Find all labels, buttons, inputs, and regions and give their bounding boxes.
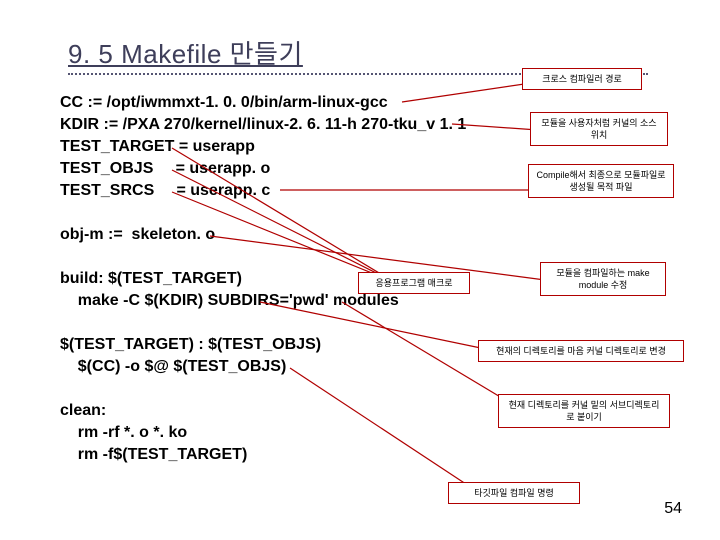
- callout-object-file: Compile해서 최종으로 모듈파일로 생성될 목적 파일: [528, 164, 674, 198]
- page-number: 54: [664, 500, 682, 518]
- callout-compile-cmd: 타깃파일 컴파일 명령: [448, 482, 580, 504]
- slide-title: 9. 5 Makefile 만들기: [68, 39, 303, 69]
- callout-kernel-source: 모듈을 사용자처럼 커널의 소스 위치: [530, 112, 668, 146]
- callout-change-dir: 현재의 디렉토리를 마음 커널 디렉토리로 변경: [478, 340, 684, 362]
- callout-cross-compiler: 크로스 컴파일러 경로: [522, 68, 642, 90]
- slide: 9. 5 Makefile 만들기 CC := /opt/iwmmxt-1. 0…: [0, 0, 720, 540]
- callout-subdir: 현재 디렉토리를 커널 밑의 서브디렉토리로 붙이기: [498, 394, 670, 428]
- callout-make-module: 모듈을 컴파일하는 make module 수정: [540, 262, 666, 296]
- callout-app-macro: 응용프로그램 매크로: [358, 272, 470, 294]
